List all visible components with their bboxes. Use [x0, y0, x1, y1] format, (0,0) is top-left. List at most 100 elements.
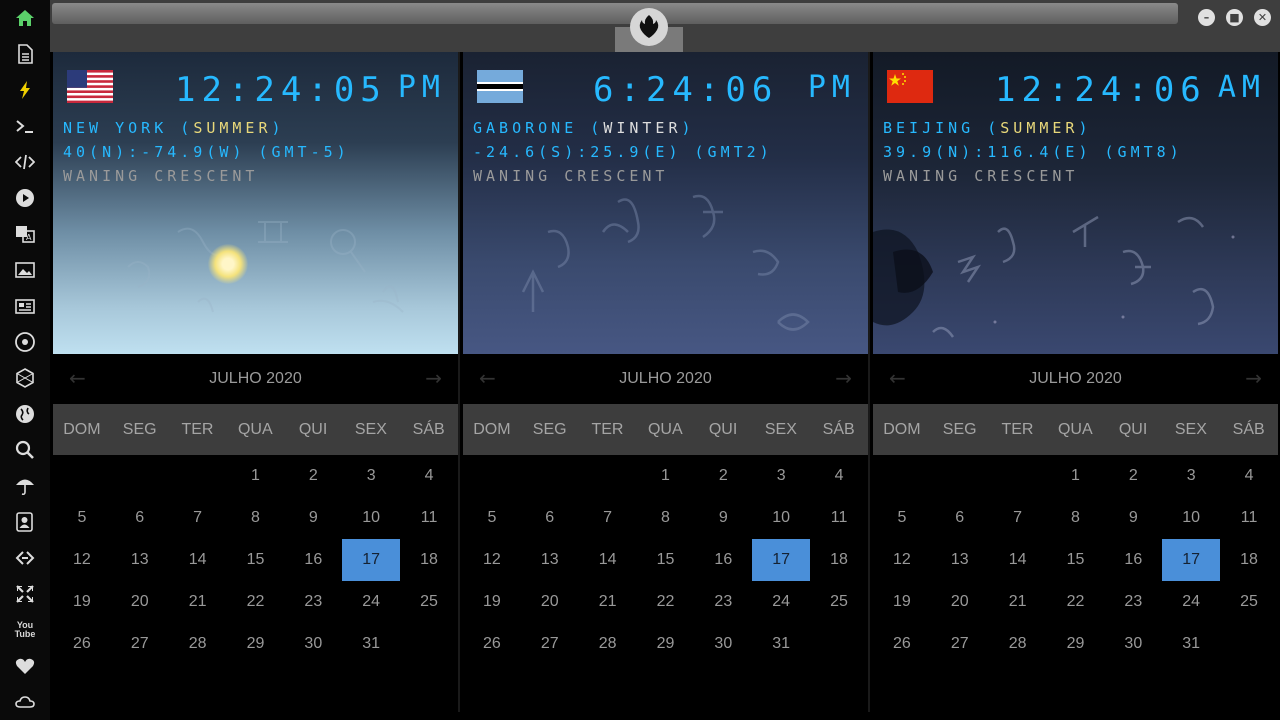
- document-icon[interactable]: [13, 42, 37, 66]
- calendar-day[interactable]: 5: [463, 497, 521, 539]
- calendar-day[interactable]: 26: [53, 623, 111, 665]
- calendar-day[interactable]: 14: [989, 539, 1047, 581]
- calendar-day[interactable]: 29: [637, 623, 695, 665]
- calendar-day[interactable]: 5: [873, 497, 931, 539]
- calendar-day[interactable]: 28: [169, 623, 227, 665]
- calendar-day[interactable]: 24: [1162, 581, 1220, 623]
- calendar-day[interactable]: 8: [637, 497, 695, 539]
- calendar-day[interactable]: 26: [463, 623, 521, 665]
- hexagon-icon[interactable]: [13, 366, 37, 390]
- calendar-day[interactable]: 26: [873, 623, 931, 665]
- calendar-day[interactable]: 12: [53, 539, 111, 581]
- calendar-day[interactable]: 25: [400, 581, 458, 623]
- calendar-day[interactable]: 29: [227, 623, 285, 665]
- calendar-day[interactable]: 12: [463, 539, 521, 581]
- calendar-day[interactable]: 2: [1104, 455, 1162, 497]
- close-button[interactable]: ✕: [1254, 9, 1271, 26]
- calendar-day[interactable]: 9: [694, 497, 752, 539]
- calendar-day[interactable]: 10: [342, 497, 400, 539]
- calendar-day[interactable]: 22: [1047, 581, 1105, 623]
- calendar-day[interactable]: 2: [694, 455, 752, 497]
- calendar-day[interactable]: 9: [284, 497, 342, 539]
- calendar-day[interactable]: 10: [752, 497, 810, 539]
- home-icon[interactable]: [13, 6, 37, 30]
- calendar-day[interactable]: 15: [1047, 539, 1105, 581]
- calendar-day[interactable]: 13: [931, 539, 989, 581]
- contacts-icon[interactable]: [13, 510, 37, 534]
- code-icon[interactable]: [13, 150, 37, 174]
- calendar-day[interactable]: 18: [400, 539, 458, 581]
- calendar-day[interactable]: 18: [810, 539, 868, 581]
- calendar-day[interactable]: 30: [694, 623, 752, 665]
- calendar-day[interactable]: 7: [989, 497, 1047, 539]
- calendar-day[interactable]: 7: [579, 497, 637, 539]
- calendar-day[interactable]: 13: [521, 539, 579, 581]
- calendar-day[interactable]: 7: [169, 497, 227, 539]
- calendar-day[interactable]: 1: [227, 455, 285, 497]
- calendar-day-today[interactable]: 17: [752, 539, 811, 581]
- calendar-day[interactable]: 19: [53, 581, 111, 623]
- calendar-day[interactable]: 8: [1047, 497, 1105, 539]
- globe-icon[interactable]: [13, 402, 37, 426]
- umbrella-icon[interactable]: [13, 474, 37, 498]
- address-bar[interactable]: [52, 3, 1178, 24]
- calendar-day[interactable]: 3: [342, 455, 400, 497]
- calendar-day[interactable]: 20: [931, 581, 989, 623]
- calendar-day[interactable]: 25: [810, 581, 868, 623]
- calendar-day-today[interactable]: 17: [1162, 539, 1221, 581]
- cloud-icon[interactable]: [13, 690, 37, 714]
- calendar-day[interactable]: 31: [752, 623, 810, 665]
- calendar-day[interactable]: 4: [400, 455, 458, 497]
- calendar-day[interactable]: 22: [227, 581, 285, 623]
- calendar-day[interactable]: 14: [169, 539, 227, 581]
- youtube-icon[interactable]: You Tube: [13, 618, 37, 642]
- calendar-day[interactable]: 5: [53, 497, 111, 539]
- calendar-day[interactable]: 29: [1047, 623, 1105, 665]
- link-icon[interactable]: [13, 546, 37, 570]
- calendar-day[interactable]: 21: [989, 581, 1047, 623]
- calendar-day[interactable]: 24: [752, 581, 810, 623]
- calendar-day[interactable]: 9: [1104, 497, 1162, 539]
- next-month-icon[interactable]: →: [425, 366, 442, 390]
- calendar-day[interactable]: 11: [810, 497, 868, 539]
- calendar-day[interactable]: 3: [1162, 455, 1220, 497]
- calendar-day[interactable]: 6: [931, 497, 989, 539]
- rebel-icon[interactable]: [13, 330, 37, 354]
- calendar-day[interactable]: 1: [1047, 455, 1105, 497]
- heart-icon[interactable]: [13, 654, 37, 678]
- calendar-day[interactable]: 19: [873, 581, 931, 623]
- terminal-icon[interactable]: [13, 114, 37, 138]
- bolt-icon[interactable]: [13, 78, 37, 102]
- calendar-day[interactable]: 24: [342, 581, 400, 623]
- next-month-icon[interactable]: →: [835, 366, 852, 390]
- calendar-day[interactable]: 15: [637, 539, 695, 581]
- rebel-logo-icon[interactable]: [630, 8, 668, 46]
- calendar-day[interactable]: 11: [1220, 497, 1278, 539]
- calendar-day[interactable]: 23: [1104, 581, 1162, 623]
- calendar-day[interactable]: 4: [1220, 455, 1278, 497]
- calendar-day[interactable]: 31: [1162, 623, 1220, 665]
- calendar-day[interactable]: 23: [284, 581, 342, 623]
- calendar-day[interactable]: 1: [637, 455, 695, 497]
- play-icon[interactable]: [13, 186, 37, 210]
- calendar-day[interactable]: 10: [1162, 497, 1220, 539]
- calendar-day-today[interactable]: 17: [342, 539, 401, 581]
- calendar-day[interactable]: 16: [1104, 539, 1162, 581]
- calendar-day[interactable]: 18: [1220, 539, 1278, 581]
- calendar-day[interactable]: 15: [227, 539, 285, 581]
- calendar-day[interactable]: 6: [111, 497, 169, 539]
- calendar-day[interactable]: 14: [579, 539, 637, 581]
- calendar-day[interactable]: 31: [342, 623, 400, 665]
- calendar-day[interactable]: 30: [284, 623, 342, 665]
- calendar-day[interactable]: 28: [579, 623, 637, 665]
- calendar-day[interactable]: 13: [111, 539, 169, 581]
- search-icon[interactable]: [13, 438, 37, 462]
- calendar-day[interactable]: 16: [284, 539, 342, 581]
- calendar-day[interactable]: 4: [810, 455, 868, 497]
- calendar-day[interactable]: 27: [931, 623, 989, 665]
- calendar-day[interactable]: 12: [873, 539, 931, 581]
- news-icon[interactable]: [13, 294, 37, 318]
- calendar-day[interactable]: 6: [521, 497, 579, 539]
- calendar-day[interactable]: 22: [637, 581, 695, 623]
- calendar-day[interactable]: 11: [400, 497, 458, 539]
